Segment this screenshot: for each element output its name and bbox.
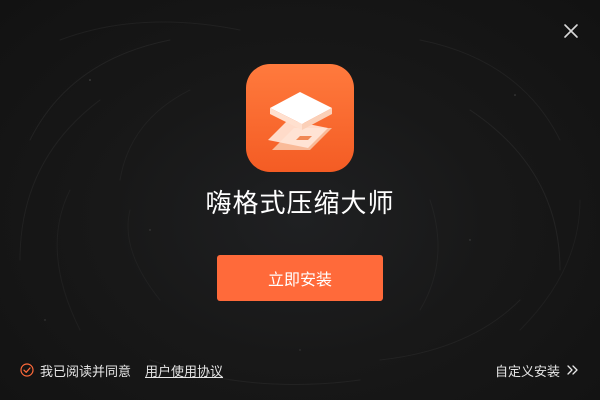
layered-paper-logo-icon xyxy=(268,92,332,150)
agreement-text: 我已阅读并同意 xyxy=(40,364,132,380)
user-agreement-link[interactable]: 用户使用协议 xyxy=(145,361,223,380)
close-icon[interactable] xyxy=(562,22,580,40)
install-now-button[interactable]: 立即安装 xyxy=(217,255,383,301)
agreement-row: 我已阅读并同意 用户使用协议 xyxy=(20,360,223,380)
checked-circle-icon[interactable] xyxy=(20,363,34,377)
app-logo xyxy=(246,64,354,172)
app-title: 嗨格式压缩大师 xyxy=(205,189,395,219)
custom-install-label: 自定义安装 xyxy=(494,364,560,380)
double-chevron-right-icon xyxy=(567,365,578,375)
custom-install-link[interactable]: 自定义安装 xyxy=(495,360,580,380)
installer-window: 嗨格式压缩大师 立即安装 我已阅读并同意 用户使用协议 自定义安装 xyxy=(0,0,600,400)
